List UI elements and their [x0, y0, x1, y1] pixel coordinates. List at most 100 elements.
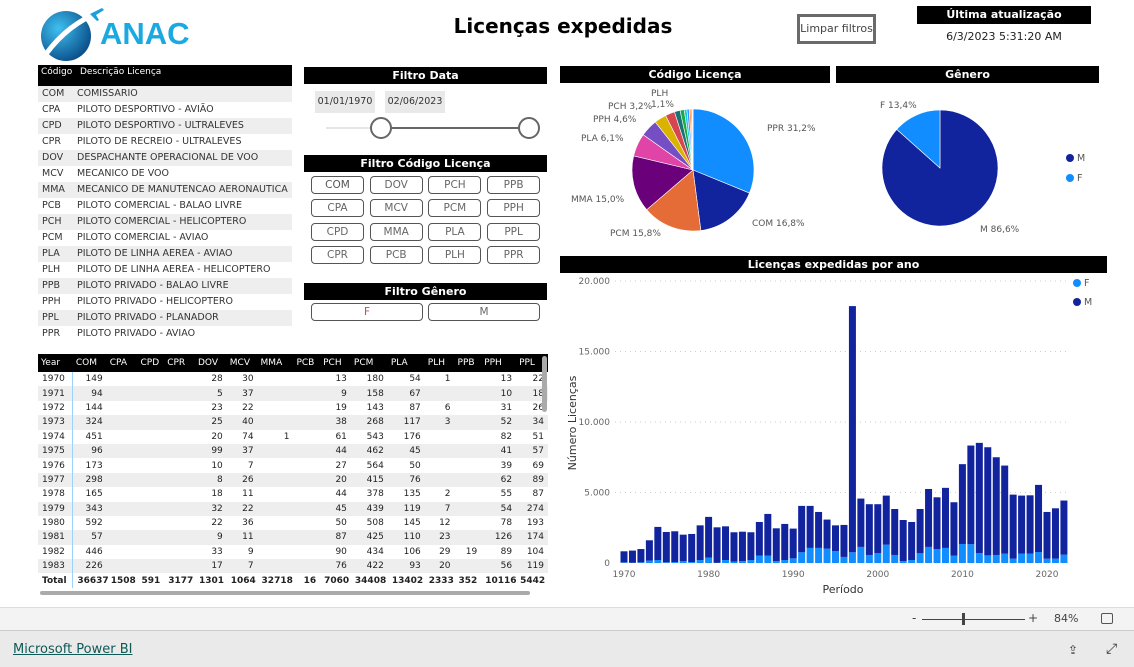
code-filter-pcb[interactable]: PCB	[369, 245, 423, 264]
code-filter-mma[interactable]: MMA	[369, 222, 423, 241]
share-icon[interactable]: ⇪	[1068, 643, 1078, 657]
bar-f-1988[interactable]	[772, 561, 780, 563]
bar-f-1997[interactable]	[848, 552, 856, 563]
bar-m-2012[interactable]	[975, 442, 983, 553]
bar-m-1978[interactable]	[688, 533, 696, 563]
bar-m-1980[interactable]	[705, 516, 713, 558]
col-code-header[interactable]: Código	[38, 65, 77, 86]
license-row[interactable]: PCB PILOTO COMERCIAL - BALAO LIVRE	[38, 198, 292, 214]
bar-m-2001[interactable]	[882, 495, 890, 545]
legend-item-f[interactable]: F	[1073, 278, 1089, 289]
table-vertical-scrollbar[interactable]	[542, 356, 547, 412]
code-filter-ppr[interactable]: PPR	[487, 245, 541, 264]
bar-m-2005[interactable]	[916, 508, 924, 554]
bar-m-1973[interactable]	[645, 540, 653, 561]
end-date-input[interactable]: 02/06/2023	[385, 91, 445, 113]
bar-m-1992[interactable]	[806, 505, 814, 548]
column-header-pcm[interactable]: PCM	[350, 354, 388, 372]
bar-m-1977[interactable]	[679, 534, 687, 562]
legend-item-m[interactable]: M	[1073, 297, 1092, 308]
bar-m-1998[interactable]	[857, 498, 865, 547]
bar-m-1983[interactable]	[730, 532, 738, 562]
code-filter-ppb[interactable]: PPB	[487, 176, 541, 194]
license-row[interactable]: PPL PILOTO PRIVADO - PLANADOR	[38, 310, 292, 326]
bar-m-1972[interactable]	[637, 549, 645, 563]
bar-m-1975[interactable]	[662, 531, 670, 563]
bar-m-2020[interactable]	[1043, 511, 1051, 559]
license-row[interactable]: COM COMISSARIO	[38, 86, 292, 102]
code-filter-mcv[interactable]: MCV	[369, 199, 423, 218]
bar-f-2013[interactable]	[984, 555, 992, 563]
bar-m-1981[interactable]	[713, 527, 721, 563]
bar-f-2008[interactable]	[941, 547, 949, 563]
bar-m-2010[interactable]	[958, 464, 966, 544]
license-row[interactable]: PPH PILOTO PRIVADO - HELICOPTERO	[38, 294, 292, 310]
bar-f-1989[interactable]	[781, 560, 789, 563]
column-header-plh[interactable]: PLH	[424, 354, 455, 372]
slider-end-handle[interactable]	[518, 117, 540, 139]
bar-m-1970[interactable]	[620, 551, 628, 563]
bar-f-2021[interactable]	[1051, 558, 1059, 563]
bar-m-1971[interactable]	[628, 550, 636, 563]
bar-m-2014[interactable]	[992, 457, 1000, 555]
bar-f-2019[interactable]	[1035, 552, 1043, 563]
license-row[interactable]: MMA MECANICO DE MANUTENCAO AERONAUTICA	[38, 182, 292, 198]
bar-m-1993[interactable]	[815, 511, 823, 548]
bar-f-1974[interactable]	[654, 560, 662, 563]
bar-m-2006[interactable]	[925, 488, 933, 547]
license-row[interactable]: PLH PILOTO DE LINHA AEREA - HELICOPTERO	[38, 262, 292, 278]
bar-f-2011[interactable]	[967, 544, 975, 563]
bar-m-2008[interactable]	[941, 487, 949, 548]
col-desc-header[interactable]: Descrição Licença	[77, 65, 164, 86]
legend-item-m[interactable]: M	[1066, 153, 1085, 164]
bar-f-1993[interactable]	[815, 547, 823, 563]
bar-f-2009[interactable]	[950, 555, 958, 563]
column-header-mma[interactable]: MMA	[257, 354, 294, 372]
column-header-year[interactable]: Year	[38, 354, 73, 372]
bar-m-1991[interactable]	[798, 505, 806, 553]
bar-m-2021[interactable]	[1051, 508, 1059, 559]
bar-f-1992[interactable]	[806, 547, 814, 563]
column-header-pcb[interactable]: PCB	[293, 354, 321, 372]
bar-f-1985[interactable]	[747, 560, 755, 563]
bar-m-1982[interactable]	[722, 526, 730, 561]
bar-f-1998[interactable]	[857, 546, 865, 563]
bar-m-2007[interactable]	[933, 497, 941, 550]
bar-m-2022[interactable]	[1060, 500, 1068, 555]
bar-f-2017[interactable]	[1018, 553, 1026, 563]
license-row[interactable]: PCM PILOTO COMERCIAL - AVIAO	[38, 230, 292, 246]
code-filter-ppl[interactable]: PPL	[487, 222, 541, 241]
bar-f-1977[interactable]	[679, 561, 687, 563]
bar-m-1987[interactable]	[764, 513, 772, 556]
zoom-slider-thumb[interactable]	[962, 613, 965, 625]
bar-f-1970[interactable]	[620, 562, 628, 563]
bar-m-2016[interactable]	[1009, 494, 1017, 559]
bar-f-1995[interactable]	[832, 551, 839, 563]
code-filter-cpa[interactable]: CPA	[311, 199, 364, 218]
code-filter-cpr[interactable]: CPR	[311, 245, 364, 264]
bar-f-2002[interactable]	[891, 554, 899, 563]
bar-f-2005[interactable]	[916, 553, 924, 563]
table-horizontal-scrollbar[interactable]	[40, 591, 530, 595]
bar-f-2014[interactable]	[992, 554, 1000, 563]
bar-f-2000[interactable]	[874, 552, 882, 563]
license-row[interactable]: CPR PILOTO DE RECREIO - ULTRALEVES	[38, 134, 292, 150]
license-row[interactable]: PCH PILOTO COMERCIAL - HELICOPTERO	[38, 214, 292, 230]
bar-f-1996[interactable]	[840, 556, 848, 563]
bar-m-2019[interactable]	[1035, 484, 1043, 553]
bar-f-2016[interactable]	[1009, 558, 1017, 563]
column-header-pch[interactable]: PCH	[320, 354, 351, 372]
bar-m-1988[interactable]	[772, 528, 780, 562]
column-header-com[interactable]: COM	[72, 354, 107, 372]
code-filter-com[interactable]: COM	[311, 176, 364, 194]
bar-m-1999[interactable]	[865, 504, 873, 555]
code-filter-pph[interactable]: PPH	[487, 199, 541, 218]
bar-m-1985[interactable]	[747, 532, 755, 561]
bar-f-2020[interactable]	[1043, 558, 1051, 563]
clear-filters-button[interactable]: Limpar filtros	[797, 14, 876, 44]
bar-m-1996[interactable]	[840, 524, 848, 557]
bar-f-1986[interactable]	[755, 555, 763, 563]
bar-f-2010[interactable]	[958, 543, 966, 563]
bar-f-1976[interactable]	[671, 562, 679, 563]
bar-f-1999[interactable]	[865, 554, 873, 563]
